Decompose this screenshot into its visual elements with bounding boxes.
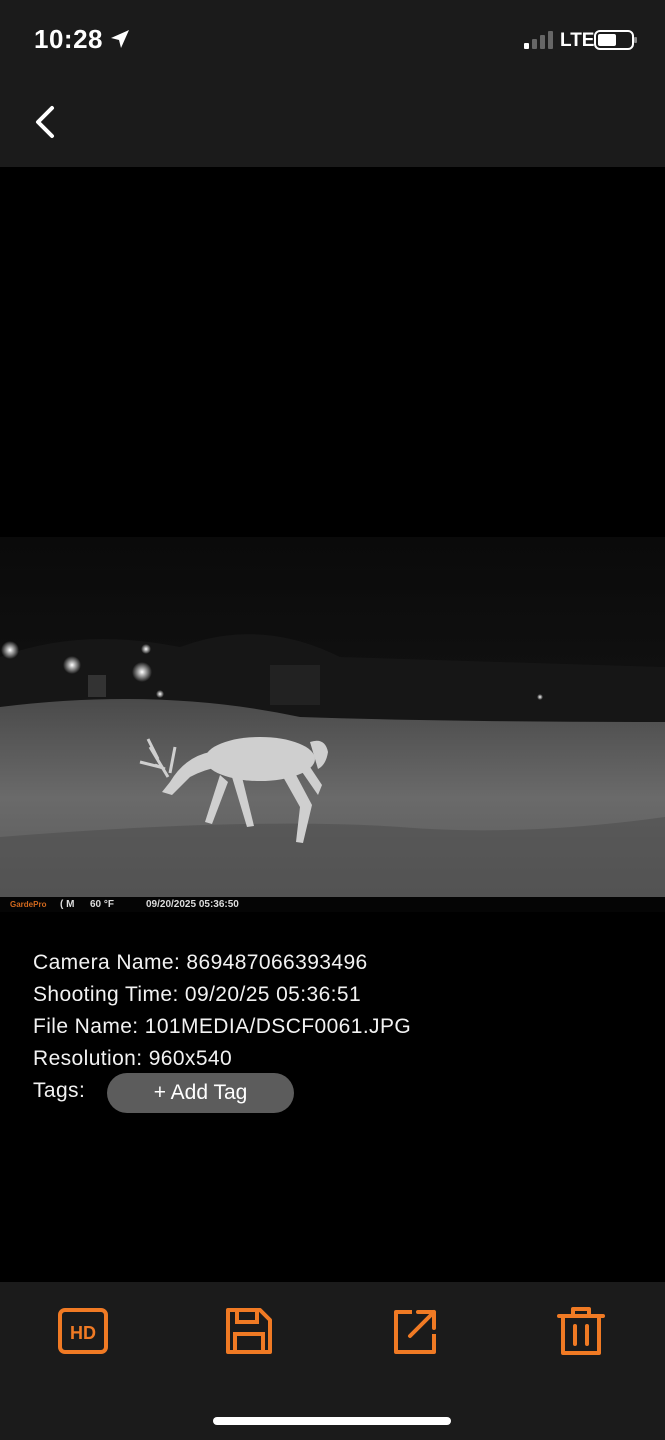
chevron-left-icon bbox=[36, 106, 54, 138]
status-time: 10:28 bbox=[34, 24, 103, 54]
moon-phase: ( M bbox=[60, 899, 75, 910]
share-icon[interactable] bbox=[388, 1304, 442, 1358]
resolution: Resolution: 960x540 bbox=[33, 1047, 233, 1070]
cellular-signal-icon bbox=[524, 31, 553, 49]
nav-bar bbox=[0, 80, 665, 167]
save-icon[interactable] bbox=[222, 1304, 276, 1358]
tags-label: Tags: bbox=[33, 1079, 86, 1102]
status-bar: 10:28 LTE bbox=[0, 0, 665, 80]
trash-icon[interactable] bbox=[554, 1304, 608, 1358]
back-button[interactable] bbox=[24, 100, 68, 144]
add-tag-button[interactable]: + Add Tag bbox=[107, 1073, 294, 1113]
trail-camera-photo bbox=[0, 537, 665, 897]
location-arrow-icon bbox=[111, 30, 129, 48]
camera-brand: GardePro bbox=[10, 900, 47, 909]
hd-icon[interactable]: HD bbox=[56, 1304, 110, 1358]
temperature: 60 °F bbox=[90, 899, 115, 910]
file-name: File Name: 101MEDIA/DSCF0061.JPG bbox=[33, 1015, 412, 1038]
photo-info-strip: GardePro ( M 60 °F 09/20/2025 05:36:50 bbox=[0, 897, 665, 912]
photo-timestamp: 09/20/2025 05:36:50 bbox=[146, 899, 239, 910]
battery-icon bbox=[594, 30, 637, 50]
network-type: LTE bbox=[560, 30, 595, 51]
photo-viewer[interactable] bbox=[0, 537, 665, 913]
camera-name: Camera Name: 869487066393496 bbox=[33, 951, 368, 974]
shooting-time: Shooting Time: 09/20/25 05:36:51 bbox=[33, 983, 362, 1006]
home-indicator bbox=[213, 1417, 451, 1425]
svg-text:HD: HD bbox=[70, 1323, 96, 1343]
